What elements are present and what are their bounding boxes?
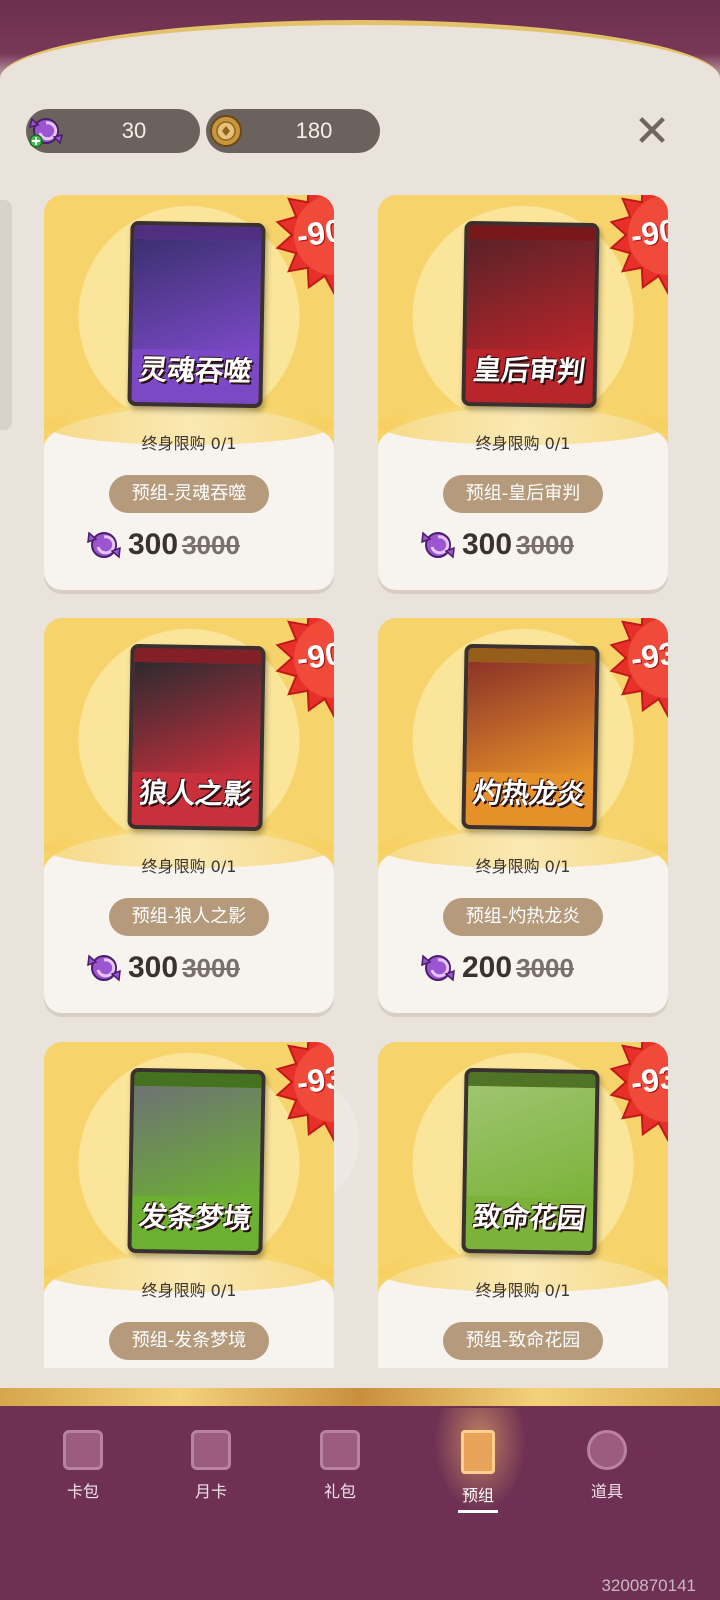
preset-group-button[interactable]: 预组-狼人之影: [109, 898, 269, 936]
original-price: 3000: [516, 952, 574, 983]
pack-artwork: [466, 1085, 596, 1199]
discount-badge: -93%: [608, 618, 668, 718]
card-pack-image[interactable]: 灼热龙炎: [461, 643, 600, 832]
nav-item-gift[interactable]: 礼包: [290, 1430, 390, 1520]
card-pack-image[interactable]: 发条梦境: [127, 1067, 266, 1256]
nav-label: 月卡: [194, 1482, 227, 1501]
gift-icon: [320, 1430, 360, 1470]
price-row[interactable]: 300 3000: [84, 525, 240, 565]
purchase-limit: 终身限购 0/1: [141, 857, 237, 876]
nav-item-preset-deck[interactable]: 预组: [428, 1430, 528, 1520]
card-pack-image[interactable]: 皇后审判: [461, 220, 600, 409]
candy-currency[interactable]: 30: [26, 109, 200, 153]
preset-group-button[interactable]: 预组-皇后审判: [443, 475, 603, 513]
purchase-limit: 终身限购 0/1: [141, 1281, 237, 1300]
side-tab[interactable]: [0, 200, 12, 430]
preset-group-button[interactable]: 预组-发条梦境: [109, 1322, 269, 1360]
card-pack-image[interactable]: 狼人之影: [127, 643, 266, 832]
original-price: 3000: [516, 529, 574, 560]
pack-title: 致命花园: [471, 1200, 588, 1235]
deck-card[interactable]: 灼热龙炎 -93% 终身限购 0/1 预组-灼热龙炎 200 3000: [378, 618, 668, 1013]
card-pack-image[interactable]: 灵魂吞噬: [127, 220, 266, 409]
monthly-card-icon: [191, 1430, 231, 1470]
original-price: 3000: [182, 952, 240, 983]
nav-label: 道具: [590, 1482, 623, 1501]
nav-item-monthly-card[interactable]: 月卡: [161, 1430, 261, 1520]
pack-title: 灵魂吞噬: [137, 353, 254, 388]
card-pack-image[interactable]: 致命花园: [461, 1067, 600, 1256]
deck-card[interactable]: 致命花园 -93% 终身限购 0/1 预组-致命花园: [378, 1042, 668, 1368]
pack-artwork: [132, 238, 262, 352]
pack-title: 狼人之影: [137, 776, 254, 811]
active-underline: [458, 1510, 498, 1513]
deck-card[interactable]: 发条梦境 -93% 终身限购 0/1 预组-发条梦境: [44, 1042, 334, 1368]
discount-badge: -90%: [608, 195, 668, 295]
preset-group-button[interactable]: 预组-灼热龙炎: [443, 898, 603, 936]
pack-artwork: [466, 661, 596, 775]
purchase-limit: 终身限购 0/1: [475, 434, 571, 453]
pack-artwork: [466, 238, 596, 352]
pack-title: 发条梦境: [137, 1200, 254, 1235]
items-icon: [587, 1430, 627, 1470]
deck-card[interactable]: 灵魂吞噬 -90% 终身限购 0/1 预组-灵魂吞噬 300 3000: [44, 195, 334, 590]
deck-card[interactable]: 狼人之影 -90% 终身限购 0/1 预组-狼人之影 300 3000: [44, 618, 334, 1013]
preset-deck-icon: [461, 1430, 495, 1474]
price-row[interactable]: 300 3000: [84, 948, 240, 988]
candy-plus-icon[interactable]: [24, 109, 68, 153]
candy-icon: [421, 531, 455, 559]
current-price: 300: [462, 528, 513, 561]
candy-icon: [87, 954, 121, 982]
nav-label: 卡包: [66, 1482, 99, 1501]
candy-amount: 30: [121, 118, 147, 143]
nav-label: 礼包: [323, 1482, 356, 1501]
candy-icon: [87, 531, 121, 559]
close-icon[interactable]: ✕: [630, 110, 674, 154]
purchase-limit: 终身限购 0/1: [475, 857, 571, 876]
original-price: 3000: [182, 529, 240, 560]
discount-badge: -93%: [608, 1042, 668, 1142]
discount-badge: -90%: [274, 618, 334, 718]
current-price: 300: [128, 528, 179, 561]
current-price: 200: [462, 951, 513, 984]
coin-icon: [204, 109, 248, 153]
deck-card[interactable]: 皇后审判 -90% 终身限购 0/1 预组-皇后审判 300 3000: [378, 195, 668, 590]
preset-group-button[interactable]: 预组-灵魂吞噬: [109, 475, 269, 513]
candy-icon: [421, 954, 455, 982]
pack-title: 灼热龙炎: [471, 776, 588, 811]
preset-group-button[interactable]: 预组-致命花园: [443, 1322, 603, 1360]
discount-badge: -90%: [274, 195, 334, 295]
card-pack-icon: [63, 1430, 103, 1470]
nav-gold-trim: [0, 1388, 720, 1406]
purchase-limit: 终身限购 0/1: [141, 434, 237, 453]
pack-artwork: [132, 661, 262, 775]
purchase-limit: 终身限购 0/1: [475, 1281, 571, 1300]
price-row[interactable]: 200 3000: [418, 948, 574, 988]
user-id: 3200870141: [601, 1576, 696, 1595]
coin-currency[interactable]: 180: [206, 109, 380, 153]
price-row[interactable]: 300 3000: [418, 525, 574, 565]
pack-artwork: [132, 1085, 262, 1199]
nav-item-card-pack[interactable]: 卡包: [33, 1430, 133, 1520]
nav-item-items[interactable]: 道具: [557, 1430, 657, 1520]
coin-amount: 180: [295, 118, 333, 143]
nav-label: 预组: [461, 1486, 494, 1505]
discount-badge: -93%: [274, 1042, 334, 1142]
pack-title: 皇后审判: [471, 353, 588, 388]
current-price: 300: [128, 951, 179, 984]
